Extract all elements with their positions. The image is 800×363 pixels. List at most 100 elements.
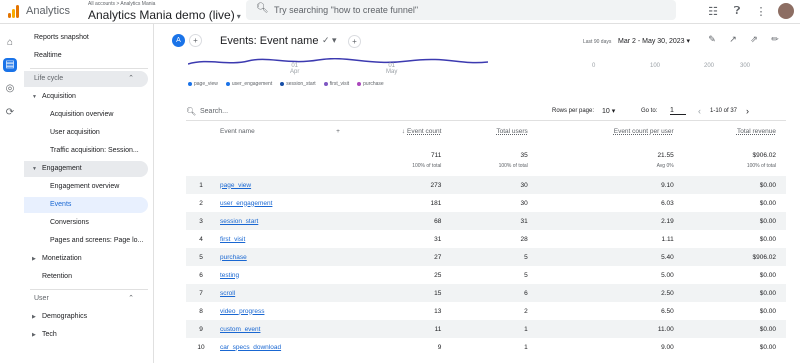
legend-item[interactable]: purchase bbox=[357, 81, 384, 87]
event-name-link[interactable]: car_specs_download bbox=[216, 338, 328, 356]
edit-icon[interactable]: ✏︎ bbox=[769, 34, 781, 45]
account-selector[interactable]: Analytics Mania demo (live) ▾ bbox=[88, 8, 241, 22]
sidebar-item-demographics[interactable]: ▶ Demographics bbox=[24, 309, 148, 325]
previous-page-icon[interactable]: ‹ bbox=[698, 106, 701, 116]
column-header-total-revenue[interactable]: Total revenue bbox=[684, 122, 786, 146]
event-name-link[interactable]: custom_event bbox=[220, 326, 260, 333]
column-header-event-name[interactable]: Event name bbox=[216, 122, 328, 146]
legend-item[interactable]: page_view bbox=[188, 81, 218, 87]
event-name-link[interactable]: purchase bbox=[216, 248, 328, 266]
sidebar-item-engagement[interactable]: ▼ Engagement bbox=[24, 161, 148, 177]
table-row[interactable]: 1 page_view 273 30 9.10 $0.00 bbox=[186, 176, 786, 194]
event-name-link[interactable]: session_start bbox=[216, 212, 328, 230]
search-bar[interactable]: 🔍︎ Try searching "how to create funnel" bbox=[246, 0, 676, 20]
row-number: 6 bbox=[199, 271, 203, 279]
total-value: 21.55 bbox=[657, 152, 674, 159]
total-revenue-cell: $0.00 bbox=[683, 212, 786, 230]
legend-item[interactable]: first_visit bbox=[323, 81, 349, 87]
reports-sidebar: Reports snapshot Realtime Life cycle ⌃ ▼… bbox=[24, 24, 154, 363]
sidebar-item-tech[interactable]: ▶ Tech bbox=[24, 327, 148, 343]
sidebar-item-reports-snapshot[interactable]: Reports snapshot bbox=[24, 30, 148, 46]
sidebar-item-acquisition[interactable]: ▼ Acquisition bbox=[24, 89, 148, 105]
event-name-link[interactable]: first_visit bbox=[216, 230, 328, 248]
sidebar-section-user[interactable]: User ⌃ bbox=[24, 291, 148, 307]
caret-right-icon: ▶ bbox=[32, 332, 36, 338]
event-name-link[interactable]: first_visit bbox=[220, 236, 245, 243]
event-name-link[interactable]: video_progress bbox=[220, 308, 264, 315]
row-number: 7 bbox=[186, 284, 216, 302]
table-row[interactable]: 4 first_visit 31 28 1.11 $0.00 bbox=[186, 230, 786, 248]
advertising-icon[interactable]: ⟳ bbox=[3, 106, 17, 120]
more-vert-icon[interactable]: ⋮ bbox=[754, 5, 768, 18]
column-header-event-count-per-user[interactable]: Event count per user bbox=[538, 122, 684, 146]
event-name-link[interactable]: car_specs_download bbox=[220, 344, 281, 351]
table-row[interactable]: 9 custom_event 11 1 11.00 $0.00 bbox=[186, 320, 786, 338]
event-count-per-user-cell: 6.03 bbox=[661, 199, 674, 207]
home-icon[interactable]: ⌂ bbox=[3, 36, 17, 50]
sidebar-item-events[interactable]: Events bbox=[24, 197, 148, 213]
table-row[interactable]: 5 purchase 27 5 5.40 $906.02 bbox=[186, 248, 786, 266]
table-row[interactable]: 8 video_progress 13 2 6.50 $0.00 bbox=[186, 302, 786, 320]
event-name-link[interactable]: custom_event bbox=[216, 320, 328, 338]
add-dimension-icon[interactable]: + bbox=[328, 122, 348, 146]
table-search-input[interactable]: Search... bbox=[200, 108, 228, 115]
add-comparison-button[interactable]: + bbox=[189, 34, 202, 47]
sidebar-item-acquisition-overview[interactable]: Acquisition overview bbox=[24, 107, 148, 123]
share-icon[interactable]: ↗ bbox=[727, 34, 739, 45]
sidebar-item-traffic-acquisition[interactable]: Traffic acquisition: Session... bbox=[24, 143, 148, 159]
sidebar-item-pages-and-screens[interactable]: Pages and screens: Page lo... bbox=[24, 233, 148, 249]
spacer-cell bbox=[328, 194, 348, 212]
sidebar-item-conversions[interactable]: Conversions bbox=[24, 215, 148, 231]
avatar[interactable] bbox=[778, 3, 794, 19]
customize-report-icon[interactable]: ✎ bbox=[706, 34, 718, 45]
event-count-per-user-cell: 11.00 bbox=[537, 320, 684, 338]
table-row[interactable]: 10 car_specs_download 9 1 9.00 $0.00 bbox=[186, 338, 786, 356]
sidebar-section-life-cycle[interactable]: Life cycle ⌃ bbox=[24, 71, 148, 87]
event-name-link[interactable]: purchase bbox=[220, 254, 247, 261]
help-icon[interactable]: ❓︎ bbox=[730, 5, 744, 18]
sidebar-item-user-acquisition[interactable]: User acquisition bbox=[24, 125, 148, 141]
event-name-link[interactable]: page_view bbox=[216, 176, 328, 194]
sidebar-item-monetization[interactable]: ▶ Monetization bbox=[24, 251, 148, 267]
event-name-link[interactable]: scroll bbox=[216, 284, 328, 302]
table-row[interactable]: 6 testing 25 5 5.00 $0.00 bbox=[186, 266, 786, 284]
table-row[interactable]: 2 user_engagement 181 30 6.03 $0.00 bbox=[186, 194, 786, 212]
legend-item[interactable]: user_engagement bbox=[225, 81, 272, 87]
reports-icon[interactable]: ▤ bbox=[3, 58, 17, 72]
goto-label: Go to: bbox=[641, 108, 658, 114]
event-name-link[interactable]: testing bbox=[216, 266, 328, 284]
table-row[interactable]: 7 scroll 15 6 2.50 $0.00 bbox=[186, 284, 786, 302]
sidebar-item-retention[interactable]: Retention bbox=[24, 269, 148, 285]
report-status-icon[interactable]: ✓︎ ▾ bbox=[322, 35, 337, 46]
table-row[interactable]: 3 session_start 68 31 2.19 $0.00 bbox=[186, 212, 786, 230]
event-name-link[interactable]: user_engagement bbox=[216, 194, 328, 212]
goto-page-input[interactable]: 1 bbox=[670, 107, 686, 115]
add-filter-button[interactable]: + bbox=[348, 35, 361, 48]
apps-grid-icon[interactable]: ☷ bbox=[706, 5, 720, 18]
spacer-cell bbox=[328, 230, 348, 248]
event-name-link[interactable]: session_start bbox=[220, 218, 258, 225]
total-value: 35 bbox=[520, 152, 528, 159]
next-page-icon[interactable]: › bbox=[746, 106, 749, 116]
account-breadcrumb[interactable]: All accounts > Analytics Mania bbox=[88, 1, 155, 7]
event-name-link[interactable]: user_engagement bbox=[220, 200, 272, 207]
total-users-cell: 30 bbox=[520, 199, 528, 207]
total-users-cell: 5 bbox=[451, 248, 538, 266]
rows-per-page-select[interactable]: 10 ▾ bbox=[602, 107, 615, 115]
event-count-per-user-cell: 1.11 bbox=[661, 235, 674, 243]
event-name-link[interactable]: scroll bbox=[220, 290, 235, 297]
top-bar: Analytics All accounts > Analytics Mania… bbox=[0, 0, 800, 24]
event-name-link[interactable]: testing bbox=[220, 272, 239, 279]
column-header-total-users[interactable]: Total users bbox=[451, 122, 537, 146]
column-header-event-count[interactable]: ↓ Event count bbox=[348, 122, 451, 146]
event-name-link[interactable]: video_progress bbox=[216, 302, 328, 320]
insights-icon[interactable]: ⇗ bbox=[748, 34, 760, 45]
event-name-link[interactable]: page_view bbox=[220, 182, 251, 189]
sidebar-item-engagement-overview[interactable]: Engagement overview bbox=[24, 179, 148, 195]
comparison-badge[interactable]: A bbox=[172, 34, 185, 47]
date-range-picker[interactable]: Mar 2 - May 30, 2023 ▾ bbox=[618, 37, 690, 45]
legend-item[interactable]: session_start bbox=[280, 81, 316, 87]
sidebar-item-realtime[interactable]: Realtime bbox=[24, 48, 148, 64]
event-count-cell: 25 bbox=[434, 271, 442, 279]
explore-icon[interactable]: ◎ bbox=[3, 82, 17, 96]
